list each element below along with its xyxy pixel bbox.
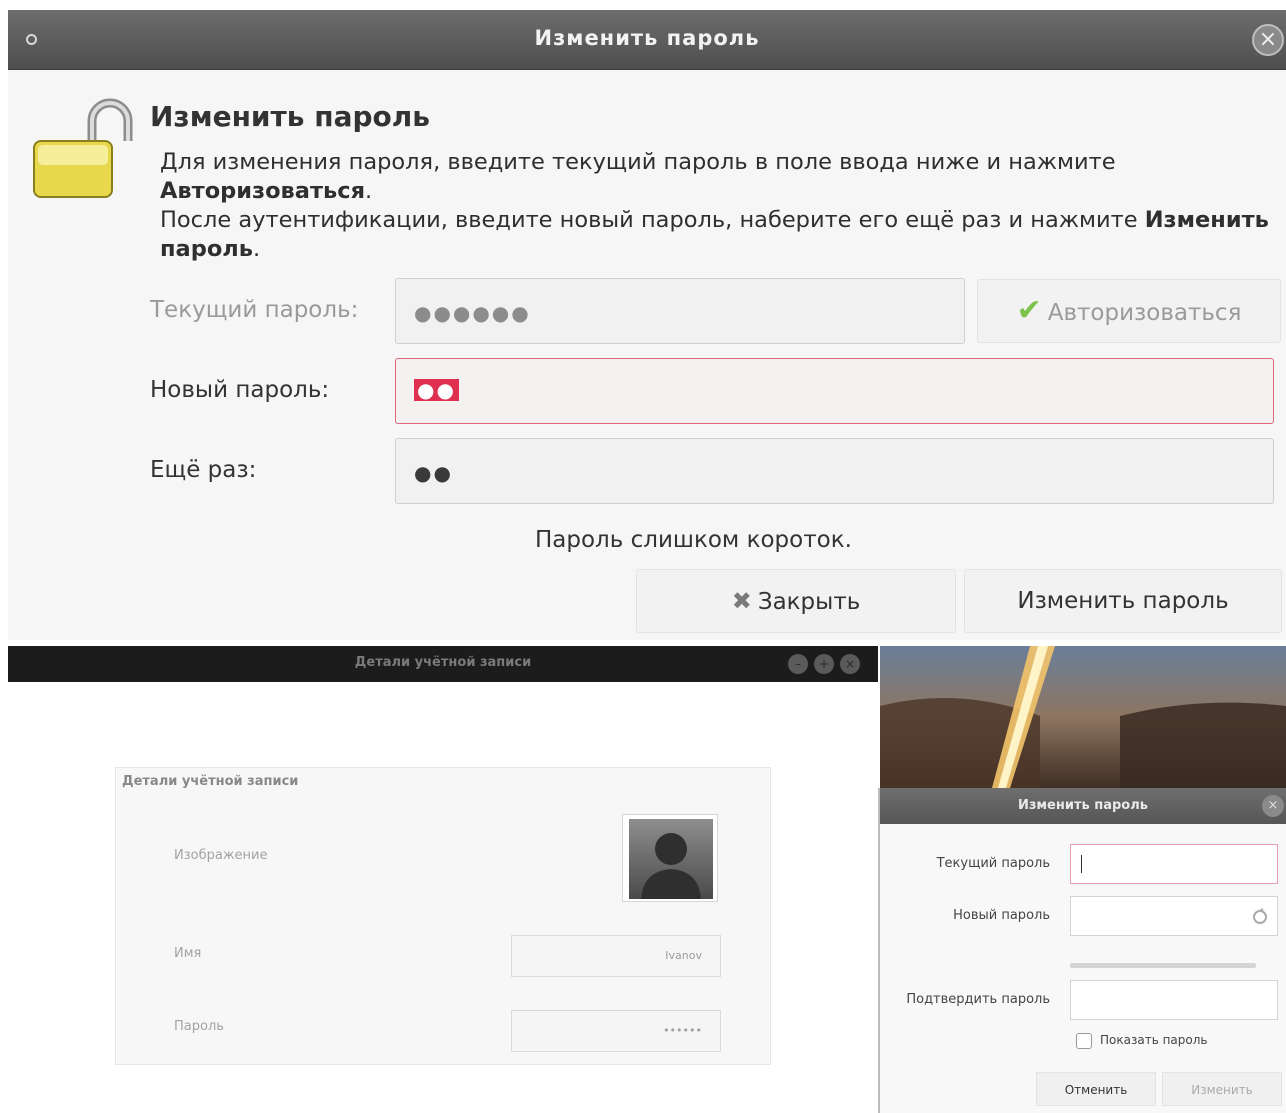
- close-x-icon: ✖: [731, 587, 752, 615]
- password-value: ••••••: [663, 1024, 702, 1037]
- password-label: Пароль: [174, 1019, 224, 1034]
- account-details-titlebar: Детали учётной записи – + ×: [8, 646, 878, 682]
- name-value: Ivanov: [665, 949, 702, 962]
- small-change-password-dialog: Изменить пароль × Текущий пароль Новый п…: [878, 788, 1286, 1113]
- dialog-description: Для изменения пароля, введите текущий па…: [160, 148, 1280, 264]
- small-confirm-password-label: Подтвердить пароль: [906, 992, 1050, 1007]
- small-close-icon[interactable]: ×: [1262, 795, 1284, 817]
- account-details-window-title: Детали учётной записи: [354, 655, 532, 670]
- avatar[interactable]: [622, 814, 718, 902]
- description-line2: После аутентификации, введите новый паро…: [160, 207, 1138, 233]
- close-icon[interactable]: ×: [1252, 24, 1284, 56]
- close-button[interactable]: ✖ Закрыть: [636, 569, 956, 633]
- small-new-password-field[interactable]: [1070, 896, 1278, 936]
- change-password-button-label: Изменить пароль: [1017, 588, 1229, 614]
- new-password-field[interactable]: ●●: [395, 358, 1274, 424]
- status-message: Пароль слишком короток.: [535, 527, 852, 553]
- show-password-label: Показать пароль: [1100, 1033, 1208, 1047]
- show-password-checkbox[interactable]: [1076, 1033, 1092, 1049]
- authorize-button[interactable]: ✔ Авторизоваться: [977, 279, 1281, 343]
- image-label: Изображение: [174, 848, 268, 863]
- small-cancel-button[interactable]: Отменить: [1036, 1072, 1156, 1106]
- password-field[interactable]: ••••••: [511, 1010, 721, 1052]
- dialog-window-title: Изменить пароль: [534, 26, 760, 50]
- password-strength-bar: [1070, 963, 1256, 968]
- change-password-dialog: Изменить пароль × Изменить пароль Для из…: [8, 10, 1286, 640]
- repeat-password-value: ●●: [414, 461, 453, 485]
- padlock-icon: [33, 98, 133, 198]
- close-button-label: Закрыть: [757, 589, 861, 615]
- text-cursor: [1081, 855, 1082, 873]
- generate-password-icon[interactable]: [1251, 908, 1269, 926]
- repeat-password-label: Ещё раз:: [150, 457, 257, 483]
- small-confirm-password-field[interactable]: [1070, 980, 1278, 1020]
- small-dialog-titlebar: Изменить пароль ×: [880, 788, 1286, 824]
- description-line1: Для изменения пароля, введите текущий па…: [160, 149, 1116, 175]
- small-current-password-field[interactable]: [1070, 844, 1278, 884]
- dialog-titlebar: Изменить пароль ×: [8, 10, 1286, 70]
- small-change-button[interactable]: Изменить: [1162, 1072, 1282, 1106]
- small-current-password-label: Текущий пароль: [936, 856, 1050, 871]
- panel-title: Детали учётной записи: [122, 774, 299, 789]
- current-password-label: Текущий пароль:: [150, 297, 359, 323]
- description-period: .: [253, 236, 261, 262]
- small-dialog-title: Изменить пароль: [1018, 798, 1148, 813]
- window-close-icon[interactable]: ×: [840, 654, 860, 674]
- description-period: .: [365, 178, 373, 204]
- maximize-icon[interactable]: +: [814, 654, 834, 674]
- wallpaper-image: [880, 646, 1286, 788]
- new-password-value: ●●: [414, 379, 459, 401]
- description-authorize-emphasis: Авторизоваться: [160, 178, 366, 204]
- name-label: Имя: [174, 946, 202, 961]
- small-new-password-label: Новый пароль: [953, 908, 1050, 923]
- dialog-heading: Изменить пароль: [150, 100, 430, 133]
- user-silhouette-icon: [629, 819, 713, 899]
- minimize-icon[interactable]: –: [788, 654, 808, 674]
- account-details-panel: Детали учётной записи Изображение Имя Iv…: [115, 767, 771, 1065]
- checkmark-icon: ✔: [1016, 293, 1042, 328]
- repeat-password-field[interactable]: ●●: [395, 438, 1274, 504]
- account-details-window: Детали учётной записи – + × Детали учётн…: [8, 646, 878, 1113]
- change-password-button[interactable]: Изменить пароль: [964, 569, 1282, 633]
- new-password-label: Новый пароль:: [150, 377, 330, 403]
- current-password-field[interactable]: ●●●●●●: [395, 278, 965, 344]
- current-password-value: ●●●●●●: [414, 301, 531, 325]
- authorize-button-label: Авторизоваться: [1047, 300, 1242, 326]
- name-field[interactable]: Ivanov: [511, 935, 721, 977]
